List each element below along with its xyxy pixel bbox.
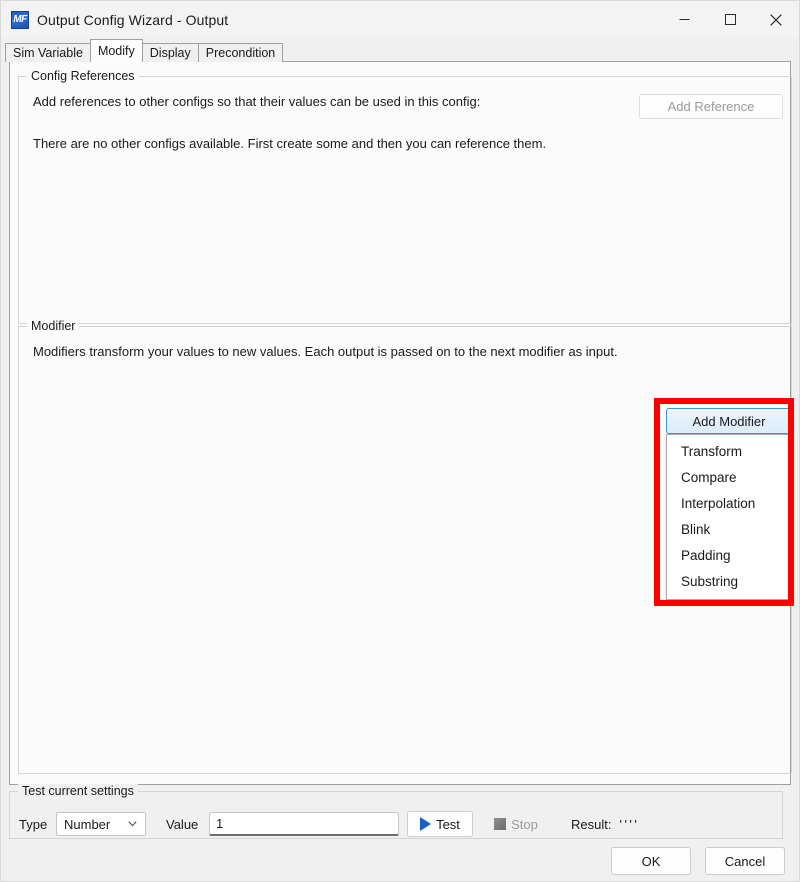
- tab-strip: Sim Variable Modify Display Precondition: [1, 38, 799, 62]
- add-modifier-dropdown-menu: Transform Compare Interpolation Blink Pa…: [666, 434, 790, 600]
- menu-item-blink[interactable]: Blink: [667, 517, 789, 543]
- play-icon: [420, 817, 431, 831]
- window-controls: [661, 1, 799, 38]
- cancel-button[interactable]: Cancel: [705, 847, 785, 875]
- test-button-label: Test: [436, 817, 460, 832]
- modify-tab-panel: Config References Add references to othe…: [9, 62, 791, 785]
- chevron-down-icon: [128, 821, 137, 827]
- add-modifier-button[interactable]: Add Modifier: [666, 408, 792, 434]
- close-icon: [770, 14, 782, 26]
- tab-sim-variable[interactable]: Sim Variable: [5, 43, 91, 62]
- stop-button[interactable]: Stop: [481, 811, 551, 837]
- stop-button-label: Stop: [511, 817, 538, 832]
- value-input[interactable]: 1: [209, 812, 399, 836]
- window-title: Output Config Wizard - Output: [37, 12, 228, 28]
- value-input-text: 1: [216, 816, 223, 831]
- maximize-button[interactable]: [707, 1, 753, 38]
- value-label: Value: [166, 817, 198, 832]
- test-settings-title: Test current settings: [18, 784, 138, 798]
- menu-item-substring[interactable]: Substring: [667, 569, 789, 595]
- menu-item-compare[interactable]: Compare: [667, 465, 789, 491]
- menu-item-interpolation[interactable]: Interpolation: [667, 491, 789, 517]
- config-references-empty-message: There are no other configs available. Fi…: [33, 136, 546, 151]
- result-display: Result: '''': [571, 817, 639, 832]
- app-icon-mf: MF: [11, 11, 29, 29]
- type-label: Type: [19, 817, 47, 832]
- close-button[interactable]: [753, 1, 799, 38]
- ok-button[interactable]: OK: [611, 847, 691, 875]
- minimize-icon: [679, 14, 690, 25]
- type-select[interactable]: Number: [56, 812, 146, 836]
- tab-precondition[interactable]: Precondition: [198, 43, 284, 62]
- app-icon-label: MF: [13, 15, 26, 25]
- output-config-wizard-window: MF Output Config Wizard - Output: [0, 0, 800, 882]
- config-references-description: Add references to other configs so that …: [33, 94, 480, 109]
- menu-item-transform[interactable]: Transform: [667, 439, 789, 465]
- bottom-bar: Test current settings Type Number Value …: [1, 785, 799, 881]
- tab-display[interactable]: Display: [142, 43, 199, 62]
- config-references-group: Config References Add references to othe…: [18, 76, 792, 324]
- title-bar: MF Output Config Wizard - Output: [1, 1, 799, 38]
- tab-modify[interactable]: Modify: [90, 39, 143, 62]
- modifier-description: Modifiers transform your values to new v…: [33, 344, 618, 359]
- result-value: '''': [619, 817, 639, 832]
- test-button[interactable]: Test: [407, 811, 473, 837]
- type-select-value: Number: [64, 817, 110, 832]
- result-label: Result:: [571, 817, 611, 832]
- config-references-title: Config References: [27, 69, 139, 83]
- add-reference-button[interactable]: Add Reference: [639, 94, 783, 119]
- maximize-icon: [725, 14, 736, 25]
- stop-icon: [494, 818, 506, 830]
- modifier-title: Modifier: [27, 319, 79, 333]
- minimize-button[interactable]: [661, 1, 707, 38]
- menu-item-padding[interactable]: Padding: [667, 543, 789, 569]
